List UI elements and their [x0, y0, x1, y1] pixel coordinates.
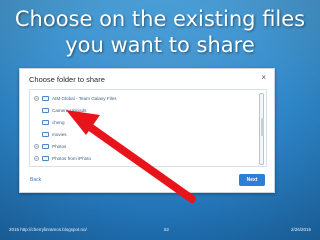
- folder-tree: + AIM Global - Team Galaxy Files Camera …: [29, 89, 267, 167]
- folder-label: Photos: [52, 144, 67, 149]
- slide-title: Choose on the existing files you want to…: [0, 6, 320, 58]
- folder-label: cheng: [52, 120, 65, 125]
- next-button[interactable]: Next: [239, 174, 265, 186]
- folder-row[interactable]: + Photos: [34, 141, 66, 152]
- folder-icon: [42, 96, 49, 101]
- tree-scrollbar[interactable]: [259, 93, 264, 165]
- folder-row[interactable]: + AIM Global - Team Galaxy Files: [34, 93, 117, 104]
- folder-row[interactable]: Camera Uploads: [42, 105, 86, 116]
- folder-row[interactable]: movies: [42, 129, 67, 140]
- dialog-title: Choose folder to share: [29, 75, 105, 84]
- folder-row[interactable]: + Photos from iPhoto: [34, 153, 91, 164]
- folder-icon: [42, 132, 49, 137]
- folder-icon: [42, 120, 49, 125]
- scrollbar-thumb[interactable]: [260, 118, 264, 136]
- folder-row[interactable]: cheng: [42, 117, 65, 128]
- slide-title-line-2: you want to share: [65, 33, 255, 57]
- footer-source: 2015 http://cherrylinramos.blogspot.no/: [9, 227, 87, 232]
- folder-icon: [42, 108, 49, 113]
- folder-label: Photos from iPhoto: [52, 156, 92, 161]
- expand-icon[interactable]: +: [34, 144, 39, 149]
- expand-icon[interactable]: +: [34, 156, 39, 161]
- folder-label: Camera Uploads: [52, 108, 87, 113]
- expand-icon[interactable]: +: [34, 96, 39, 101]
- folder-icon: [42, 144, 49, 149]
- folder-label: AIM Global - Team Galaxy Files: [52, 96, 117, 101]
- close-icon[interactable]: ×: [261, 73, 266, 82]
- slide-title-line-1: Choose on the existing files: [14, 7, 306, 31]
- folder-label: movies: [52, 132, 67, 137]
- footer-page-number: 82: [164, 227, 170, 232]
- footer-date: 2/26/2015: [290, 227, 311, 232]
- folder-icon: [42, 156, 49, 161]
- back-button[interactable]: Back: [30, 177, 41, 183]
- choose-folder-dialog: Choose folder to share × + AIM Global - …: [19, 68, 275, 193]
